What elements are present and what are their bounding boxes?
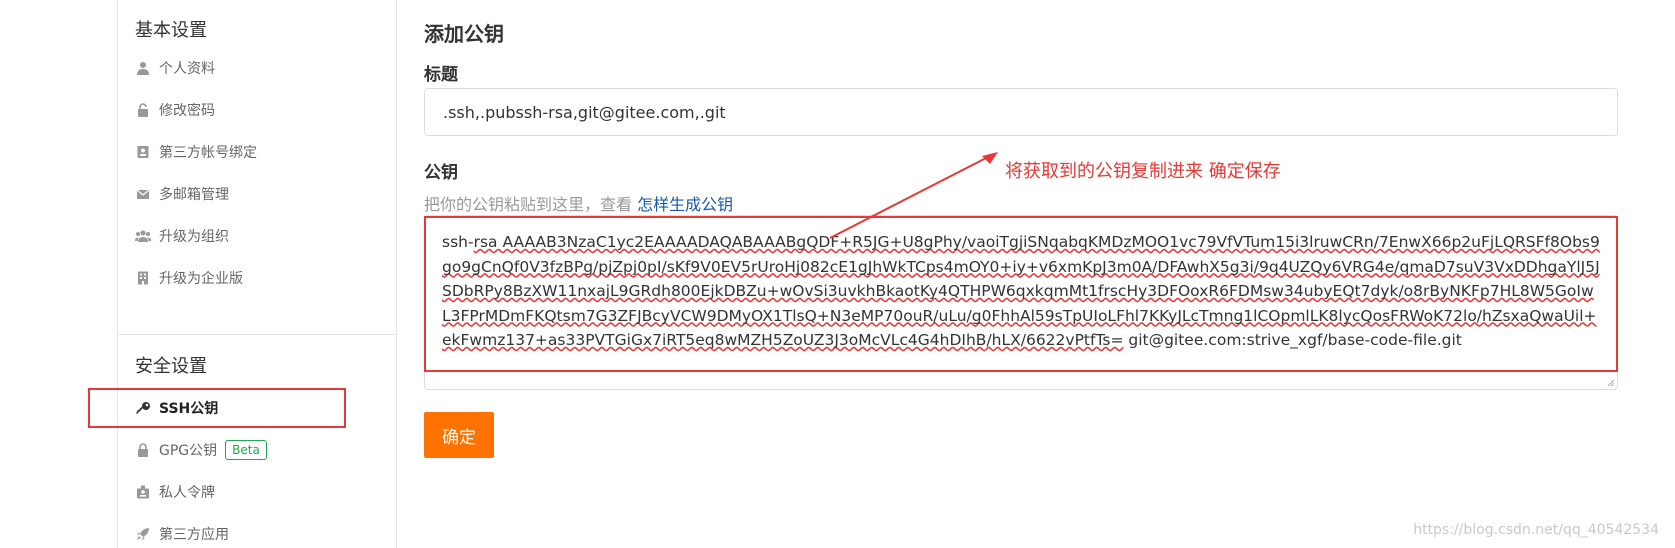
how-to-generate-key-link[interactable]: 怎样生成公钥 [637,195,733,214]
sidebar-item-label: 修改密码 [159,103,215,119]
sidebar-item-profile[interactable]: 个人资料 [135,56,215,80]
sidebar-item-change-password[interactable]: 修改密码 [135,98,215,122]
sidebar-item-label: 多邮箱管理 [159,187,229,203]
sidebar-item-label: 第三方应用 [159,527,229,543]
ssh-active-highlight-box [88,388,346,428]
annotation-arrow-icon [830,152,998,239]
sidebar-divider [118,334,396,335]
sidebar-item-email-management[interactable]: 多邮箱管理 [135,182,229,206]
settings-sidebar: 基本设置 个人资料 修改密码 第三方帐号绑定 多邮箱管理 升级为组织 升级为企业… [117,0,397,548]
sidebar-item-third-party-binding[interactable]: 第三方帐号绑定 [135,140,257,164]
sidebar-item-label: GPG公钥 [159,443,218,459]
basic-settings-title: 基本设置 [135,20,207,41]
unlock-icon [135,102,151,118]
sidebar-item-gpg-keys[interactable]: GPG公钥 Beta [135,438,267,462]
badge-icon [135,484,151,500]
resize-grip-icon[interactable] [1607,379,1615,387]
key-textarea[interactable]: ssh-rsa AAAAB3NzaC1yc2EAAAADAQABAAABgQDF… [424,216,1618,372]
title-input-value: .ssh,.pubssh-rsa,git@gitee.com,.git [443,102,726,122]
security-settings-title: 安全设置 [135,356,207,377]
beta-badge: Beta [225,440,267,460]
sidebar-item-label: 个人资料 [159,61,215,77]
contact-card-icon [135,144,151,160]
page-title: 添加公钥 [424,22,504,46]
lock-icon [135,442,151,458]
sidebar-item-third-party-apps[interactable]: 第三方应用 [135,522,229,546]
sidebar-item-label: 第三方帐号绑定 [159,145,257,161]
main-content: 添加公钥 标题 .ssh,.pubssh-rsa,git@gitee.com,.… [424,0,1675,548]
sidebar-item-upgrade-enterprise[interactable]: 升级为企业版 [135,266,243,290]
key-label: 公钥 [424,163,458,183]
key-suffix: git@gitee.com:strive_xgf/base-code-file.… [1123,331,1462,349]
title-label: 标题 [424,65,458,85]
title-input[interactable]: .ssh,.pubssh-rsa,git@gitee.com,.git [424,88,1618,136]
key-hint: 把你的公钥粘贴到这里，查看 怎样生成公钥 [424,191,733,215]
key-hint-text: 把你的公钥粘贴到这里，查看 [424,195,633,214]
user-icon [135,60,151,76]
sidebar-item-label: 私人令牌 [159,485,215,501]
building-icon [135,270,151,286]
envelope-icon [135,186,151,202]
sidebar-item-private-tokens[interactable]: 私人令牌 [135,480,215,504]
sidebar-item-label: 升级为组织 [159,229,229,245]
confirm-button[interactable]: 确定 [424,412,494,458]
rocket-icon [135,526,151,542]
sidebar-item-upgrade-org[interactable]: 升级为组织 [135,224,229,248]
users-icon [135,228,151,244]
sidebar-item-label: 升级为企业版 [159,271,243,287]
key-prefix: ssh- [442,233,474,251]
annotation-text: 将获取到的公钥复制进来 确定保存 [1005,161,1281,182]
watermark: https://blog.csdn.net/qq_40542534 [1413,522,1659,538]
